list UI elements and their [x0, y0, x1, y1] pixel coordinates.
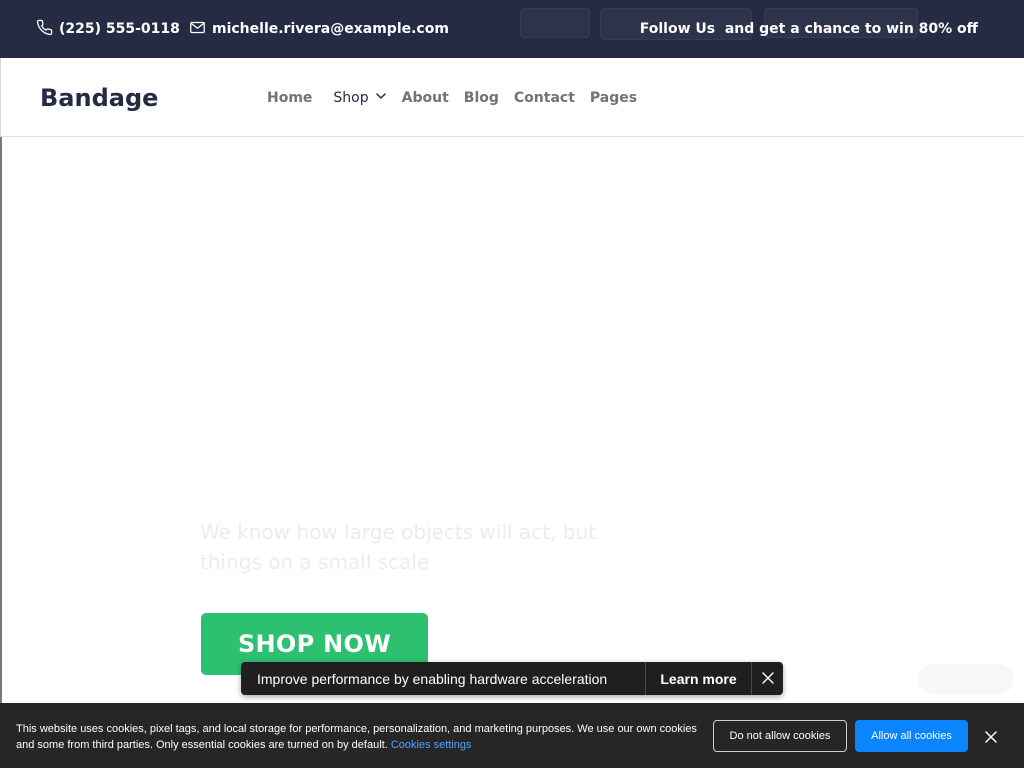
close-icon [761, 671, 774, 687]
cookie-message: This website uses cookies, pixel tags, a… [16, 723, 697, 751]
hero-section: We know how large objects will act, but … [0, 137, 1024, 703]
nav-link-pages[interactable]: Pages [590, 90, 637, 106]
allow-cookies-button[interactable]: Allow all cookies [855, 720, 968, 752]
chevron-down-icon [375, 90, 387, 106]
phone-contact[interactable]: (225) 555-0118 [36, 0, 180, 58]
brand-logo[interactable]: Bandage [40, 58, 158, 137]
email-address: michelle.rivera@example.com [212, 21, 449, 37]
mail-icon [189, 19, 206, 40]
toast-message: Improve performance by enabling hardware… [257, 670, 608, 687]
nav-menu: Home Shop About Blog Contact Pages [267, 58, 652, 137]
top-contact-bar: (225) 555-0118 michelle.rivera@example.c… [0, 0, 1024, 58]
page: (225) 555-0118 michelle.rivera@example.c… [0, 0, 1024, 768]
nav-link-home[interactable]: Home [267, 90, 312, 106]
main-navigation: Bandage Home Shop About Blog Contact Pag… [0, 58, 1024, 137]
cookies-settings-link[interactable]: Cookies settings [391, 739, 472, 751]
email-contact[interactable]: michelle.rivera@example.com [189, 0, 449, 58]
hardware-acceleration-toast: Improve performance by enabling hardware… [241, 662, 783, 695]
nav-link-blog[interactable]: Blog [464, 90, 499, 106]
cookie-banner: This website uses cookies, pixel tags, a… [0, 703, 1024, 768]
promo-text: Follow Us and get a chance to win 80% of… [639, 21, 978, 37]
chat-widget[interactable] [918, 664, 1014, 694]
nav-link-shop-label: Shop [333, 89, 369, 106]
phone-number: (225) 555-0118 [59, 21, 180, 37]
ghost-element [520, 8, 590, 38]
cookie-close-button[interactable] [983, 729, 999, 745]
close-icon [983, 731, 999, 749]
nav-link-shop[interactable]: Shop [333, 90, 386, 106]
cookie-text: This website uses cookies, pixel tags, a… [16, 721, 706, 753]
toast-close-button[interactable] [752, 662, 783, 695]
nav-link-about[interactable]: About [402, 90, 449, 106]
deny-cookies-button[interactable]: Do not allow cookies [713, 720, 847, 752]
hero-description: We know how large objects will act, but … [200, 520, 596, 574]
phone-icon [36, 19, 53, 40]
learn-more-button[interactable]: Learn more [646, 671, 751, 687]
nav-link-contact[interactable]: Contact [514, 90, 575, 106]
